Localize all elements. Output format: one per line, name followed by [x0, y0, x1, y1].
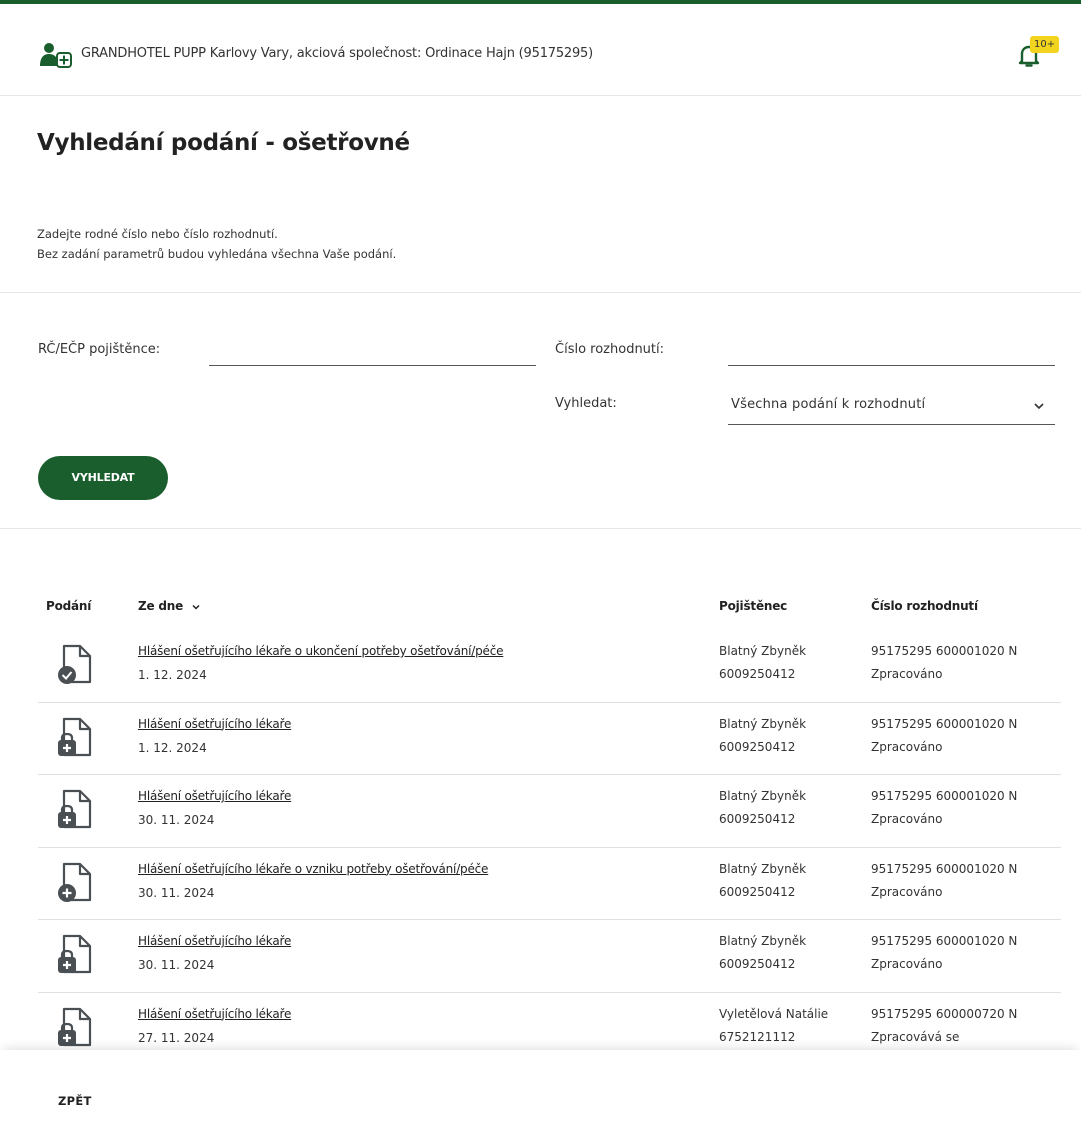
table-row: Hlášení ošetřujícího lékaře o ukončení p… — [38, 630, 1061, 703]
column-header-decision: Číslo rozhodnutí — [871, 599, 978, 613]
back-button[interactable]: ZPĚT — [58, 1094, 92, 1108]
decision-number-input[interactable] — [728, 340, 1055, 366]
search-type-value: Všechna podání k rozhodnutí — [731, 397, 926, 412]
insured-name: Blatný Zbyněk — [719, 934, 807, 948]
table-row: Hlášení ošetřujícího lékaře o vzniku pot… — [38, 848, 1061, 920]
insured-name: Blatný Zbyněk — [719, 716, 807, 731]
document-medical-icon — [58, 717, 92, 756]
footer-bar: ZPĚT — [0, 1050, 1081, 1121]
decision-number: 95175295 600001020 N — [871, 934, 1018, 948]
insured-rc: 6009250412 — [719, 957, 796, 971]
submission-link[interactable]: Hlášení ošetřujícího lékaře — [138, 934, 291, 948]
column-header-podani: Podání — [46, 599, 92, 613]
submission-link[interactable]: Hlášení ošetřujícího lékaře — [138, 1007, 291, 1021]
submission-link[interactable]: Hlášení ošetřujícího lékaře o vzniku pot… — [138, 862, 488, 876]
column-header-date[interactable]: Ze dne — [138, 599, 201, 613]
document-check-icon — [58, 644, 92, 684]
document-medical-icon — [58, 1007, 92, 1046]
document-add-icon — [58, 862, 92, 902]
submission-date: 30. 11. 2024 — [138, 813, 215, 827]
rc-label: RČ/EČP pojištěnce: — [38, 342, 161, 357]
section-divider — [0, 292, 1081, 293]
document-medical-icon — [58, 934, 92, 974]
submission-date: 30. 11. 2024 — [138, 958, 215, 972]
insured-rc: 6009250412 — [719, 667, 796, 681]
decision-number: 95175295 600000720 N — [871, 1006, 1018, 1021]
submissions-table: Hlášení ošetřujícího lékaře o ukončení p… — [38, 630, 1061, 1065]
decision-number-label: Číslo rozhodnutí: — [555, 342, 665, 357]
section-divider — [0, 528, 1081, 529]
column-header-insured: Pojištěnec — [719, 599, 788, 613]
submission-link[interactable]: Hlášení ošetřujícího lékaře — [138, 789, 291, 803]
insured-rc: 6009250412 — [719, 739, 796, 754]
doctor-organization-icon — [40, 43, 72, 68]
insured-rc: 6752121112 — [719, 1029, 796, 1044]
notification-count-badge: 10+ — [1030, 36, 1060, 53]
submission-link[interactable]: Hlášení ošetřujícího lékaře — [138, 717, 291, 731]
submission-date: 1. 12. 2024 — [138, 668, 207, 682]
intro-line-2: Bez zadání parametrů budou vyhledána vše… — [37, 247, 397, 261]
insured-rc: 6009250412 — [719, 812, 796, 826]
table-row: Hlášení ošetřujícího lékaře 30. 11. 2024… — [38, 920, 1061, 993]
table-row: Hlášení ošetřujícího lékaře 30. 11. 2024… — [38, 775, 1061, 848]
rc-input[interactable] — [209, 340, 536, 366]
decision-number: 95175295 600001020 N — [871, 716, 1018, 731]
insured-rc: 6009250412 — [719, 884, 796, 899]
submission-link[interactable]: Hlášení ošetřujícího lékaře o ukončení p… — [138, 644, 503, 658]
submission-date: 1. 12. 2024 — [138, 740, 207, 755]
sort-chevron-down-icon — [192, 604, 200, 610]
column-header-date-label: Ze dne — [138, 599, 184, 613]
decision-number: 95175295 600001020 N — [871, 861, 1018, 876]
status-text: Zpracováno — [871, 884, 943, 899]
status-text: Zpracováno — [871, 667, 943, 681]
status-text: Zpracovává se — [871, 1029, 960, 1044]
document-medical-icon — [58, 789, 92, 829]
organization-name: GRANDHOTEL PUPP Karlovy Vary, akciová sp… — [81, 46, 593, 61]
app-header: GRANDHOTEL PUPP Karlovy Vary, akciová sp… — [0, 4, 1081, 96]
search-button[interactable]: VYHLEDAT — [38, 456, 168, 500]
table-row: Hlášení ošetřujícího lékaře 1. 12. 2024 … — [38, 703, 1061, 775]
status-text: Zpracováno — [871, 957, 943, 971]
chevron-down-icon — [1034, 403, 1044, 410]
decision-number: 95175295 600001020 N — [871, 789, 1018, 803]
search-type-select[interactable]: Všechna podání k rozhodnutí — [728, 392, 1055, 425]
search-type-label: Vyhledat: — [555, 396, 617, 411]
status-text: Zpracováno — [871, 812, 943, 826]
insured-name: Blatný Zbyněk — [719, 861, 807, 876]
decision-number: 95175295 600001020 N — [871, 644, 1018, 658]
insured-name: Vyletělová Natálie — [719, 1006, 829, 1021]
insured-name: Blatný Zbyněk — [719, 644, 807, 658]
submission-date: 30. 11. 2024 — [138, 885, 215, 900]
intro-text: Zadejte rodné číslo nebo číslo rozhodnut… — [37, 224, 396, 264]
status-text: Zpracováno — [871, 739, 943, 754]
intro-line-1: Zadejte rodné číslo nebo číslo rozhodnut… — [37, 227, 278, 241]
submission-date: 27. 11. 2024 — [138, 1030, 215, 1045]
page-title: Vyhledání podání - ošetřovné — [37, 130, 410, 156]
insured-name: Blatný Zbyněk — [719, 789, 807, 803]
